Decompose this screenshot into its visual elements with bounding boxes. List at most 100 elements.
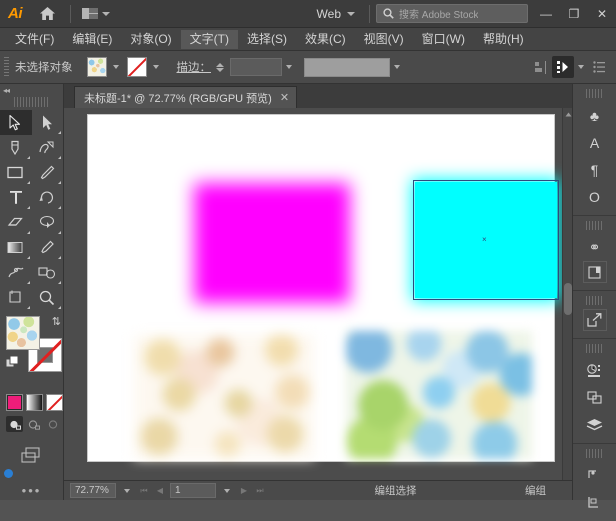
stepper-down-icon[interactable] — [216, 67, 224, 72]
home-button[interactable] — [30, 0, 64, 28]
menu-type[interactable]: 文字(T) — [180, 29, 238, 49]
vertical-scrollbar[interactable] — [562, 108, 572, 480]
stroke-profile-dropdown[interactable] — [390, 65, 404, 69]
control-bar-grip[interactable] — [4, 57, 9, 77]
width-tool[interactable] — [0, 260, 32, 285]
blend-tool[interactable] — [32, 260, 64, 285]
stroke-weight-input[interactable] — [230, 58, 282, 76]
dock-group-grip[interactable] — [585, 449, 604, 458]
color-button[interactable] — [6, 394, 23, 411]
gradient-button[interactable] — [26, 394, 43, 411]
fill-pattern[interactable] — [6, 316, 40, 350]
artboard[interactable]: × — [88, 115, 560, 461]
workspace-switcher[interactable]: Web — [309, 3, 363, 25]
fill-swatch-group[interactable] — [86, 57, 123, 77]
align-panel-icon[interactable] — [580, 489, 610, 516]
paragraph-panel-icon[interactable]: ¶ — [580, 156, 610, 183]
menu-select[interactable]: 选择(S) — [238, 30, 296, 49]
maximize-button[interactable]: ❐ — [560, 0, 588, 28]
rotate-tool[interactable] — [32, 185, 64, 210]
menu-help[interactable]: 帮助(H) — [474, 30, 533, 49]
dock-group-grip[interactable] — [585, 89, 604, 98]
menu-effect[interactable]: 效果(C) — [296, 30, 355, 49]
links-panel-icon[interactable]: ⚭ — [580, 234, 610, 261]
asset-export-panel-icon[interactable] — [582, 309, 607, 331]
transform-panel-icon[interactable] — [580, 462, 610, 489]
menu-window[interactable]: 窗口(W) — [413, 30, 474, 49]
align-button[interactable] — [530, 56, 552, 78]
draw-behind-mode[interactable] — [25, 416, 42, 432]
eyedropper-tool[interactable] — [32, 235, 64, 260]
pen-tool[interactable] — [0, 135, 32, 160]
stroke-weight-dropdown[interactable] — [282, 65, 296, 69]
zoom-level-input[interactable]: 72.77% — [70, 483, 116, 498]
pathfinder-panel-icon[interactable] — [580, 384, 610, 411]
stroke-none-swatch[interactable] — [126, 57, 147, 77]
dock-group-grip[interactable] — [585, 296, 604, 305]
stroke-dropdown-button[interactable] — [149, 65, 163, 69]
stroke-weight-stepper[interactable] — [216, 62, 224, 72]
search-input[interactable]: 搜索 Adobe Stock — [376, 4, 528, 23]
stroke-profile-input[interactable] — [304, 57, 390, 77]
dock-group-grip[interactable] — [585, 344, 604, 353]
first-artboard-button[interactable]: ⏮ — [138, 483, 150, 498]
stroke-swatch-group[interactable] — [126, 57, 163, 77]
previous-artboard-button[interactable]: ◀ — [154, 483, 166, 498]
menu-object[interactable]: 对象(O) — [121, 30, 180, 49]
menu-edit[interactable]: 编辑(E) — [63, 30, 121, 49]
transform-button[interactable] — [552, 56, 574, 78]
tools-collapse-button[interactable]: ◂◂ — [0, 84, 63, 96]
gradient-tool[interactable] — [0, 235, 32, 260]
symbols-panel-icon[interactable]: ♣ — [580, 102, 610, 129]
artboard-number-input[interactable]: 1 — [170, 483, 216, 498]
properties-panel-icon[interactable] — [580, 357, 610, 384]
vertical-scrollbar-thumb[interactable] — [564, 283, 572, 315]
stepper-up-icon[interactable] — [216, 62, 224, 67]
zoom-tool[interactable] — [32, 285, 64, 310]
artboards-panel-icon[interactable] — [582, 261, 607, 283]
scroll-up-icon[interactable] — [563, 108, 572, 120]
fill-pattern-swatch[interactable] — [86, 57, 107, 77]
artboard-tool[interactable] — [0, 285, 32, 310]
window-controls: — ❐ ✕ — [532, 0, 616, 28]
draw-normal-mode[interactable] — [6, 416, 23, 432]
none-button[interactable] — [46, 394, 63, 411]
type-tool[interactable] — [0, 185, 32, 210]
direct-selection-tool[interactable] — [32, 110, 64, 135]
swap-fill-stroke-icon[interactable]: ⇅ — [52, 315, 61, 328]
opacity-panel-icon[interactable]: O — [580, 183, 610, 210]
status-tool-label[interactable]: 编组选择 — [270, 483, 521, 498]
close-icon[interactable]: ✕ — [280, 91, 289, 104]
dock-group-grip[interactable] — [585, 221, 604, 230]
layers-panel-icon[interactable] — [580, 411, 610, 438]
draw-inside-mode[interactable] — [44, 416, 61, 432]
selection-tool[interactable] — [0, 110, 32, 135]
character-panel-icon[interactable]: A — [580, 129, 610, 156]
next-artboard-button[interactable]: ▶ — [238, 483, 250, 498]
document-tab[interactable]: 未标题-1* @ 72.77% (RGB/GPU 预览) ✕ — [74, 86, 298, 108]
shape-builder-tool[interactable] — [32, 210, 64, 235]
curvature-tool[interactable] — [32, 135, 64, 160]
tools-panel-grip[interactable] — [14, 97, 49, 107]
stroke-weight-label[interactable]: 描边： — [177, 59, 212, 75]
colorful-pattern[interactable] — [346, 331, 532, 459]
eraser-tool[interactable] — [0, 210, 32, 235]
more-options-button[interactable] — [588, 56, 610, 78]
artboard-dropdown[interactable] — [220, 488, 234, 493]
cream-floral-pattern[interactable] — [134, 335, 314, 459]
canvas[interactable]: × — [64, 108, 572, 480]
last-artboard-button[interactable]: ⏭ — [254, 483, 266, 498]
transform-dropdown[interactable] — [574, 65, 588, 69]
default-fill-stroke-icon[interactable] — [6, 356, 19, 369]
magenta-rectangle[interactable] — [194, 183, 350, 303]
fill-dropdown-button[interactable] — [109, 65, 123, 69]
close-button[interactable]: ✕ — [588, 0, 616, 28]
paintbrush-tool[interactable] — [32, 160, 64, 185]
menu-file[interactable]: 文件(F) — [6, 30, 63, 49]
menu-view[interactable]: 视图(V) — [355, 30, 413, 49]
zoom-level-dropdown[interactable] — [120, 488, 134, 493]
change-screen-mode-button[interactable] — [0, 432, 63, 465]
rectangle-tool[interactable] — [0, 160, 32, 185]
minimize-button[interactable]: — — [532, 0, 560, 28]
arrange-documents-button[interactable] — [77, 3, 115, 25]
